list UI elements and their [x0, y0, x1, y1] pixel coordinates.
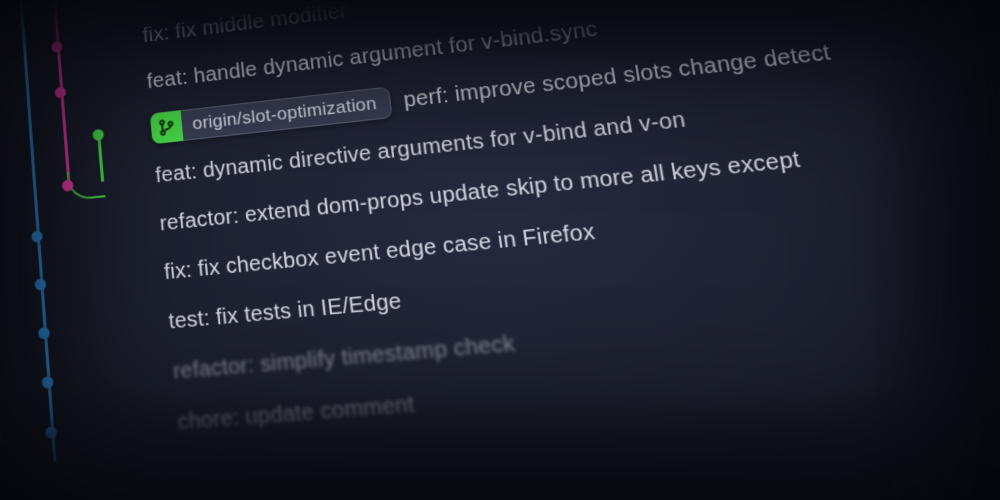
commit-node-icon [47, 0, 59, 8]
tilted-panel: refactor: v-bind dynamic arguments use b… [0, 0, 1000, 470]
commit-node-icon [92, 129, 104, 141]
commit-node-icon [51, 41, 63, 53]
git-branch-icon [150, 110, 184, 144]
file-tree-fragment: json [0, 423, 21, 456]
commit-node-icon [54, 86, 66, 98]
commit-node-icon [34, 278, 46, 291]
commit-node-icon [31, 230, 43, 243]
commit-node-icon [41, 376, 53, 389]
commit-node-icon [45, 426, 57, 439]
git-history-screenshot: refactor: v-bind dynamic arguments use b… [0, 0, 1000, 500]
commit-node-icon [38, 327, 50, 340]
file-tree-fragment: SE [0, 374, 17, 407]
file-tree-fragment [0, 287, 10, 299]
